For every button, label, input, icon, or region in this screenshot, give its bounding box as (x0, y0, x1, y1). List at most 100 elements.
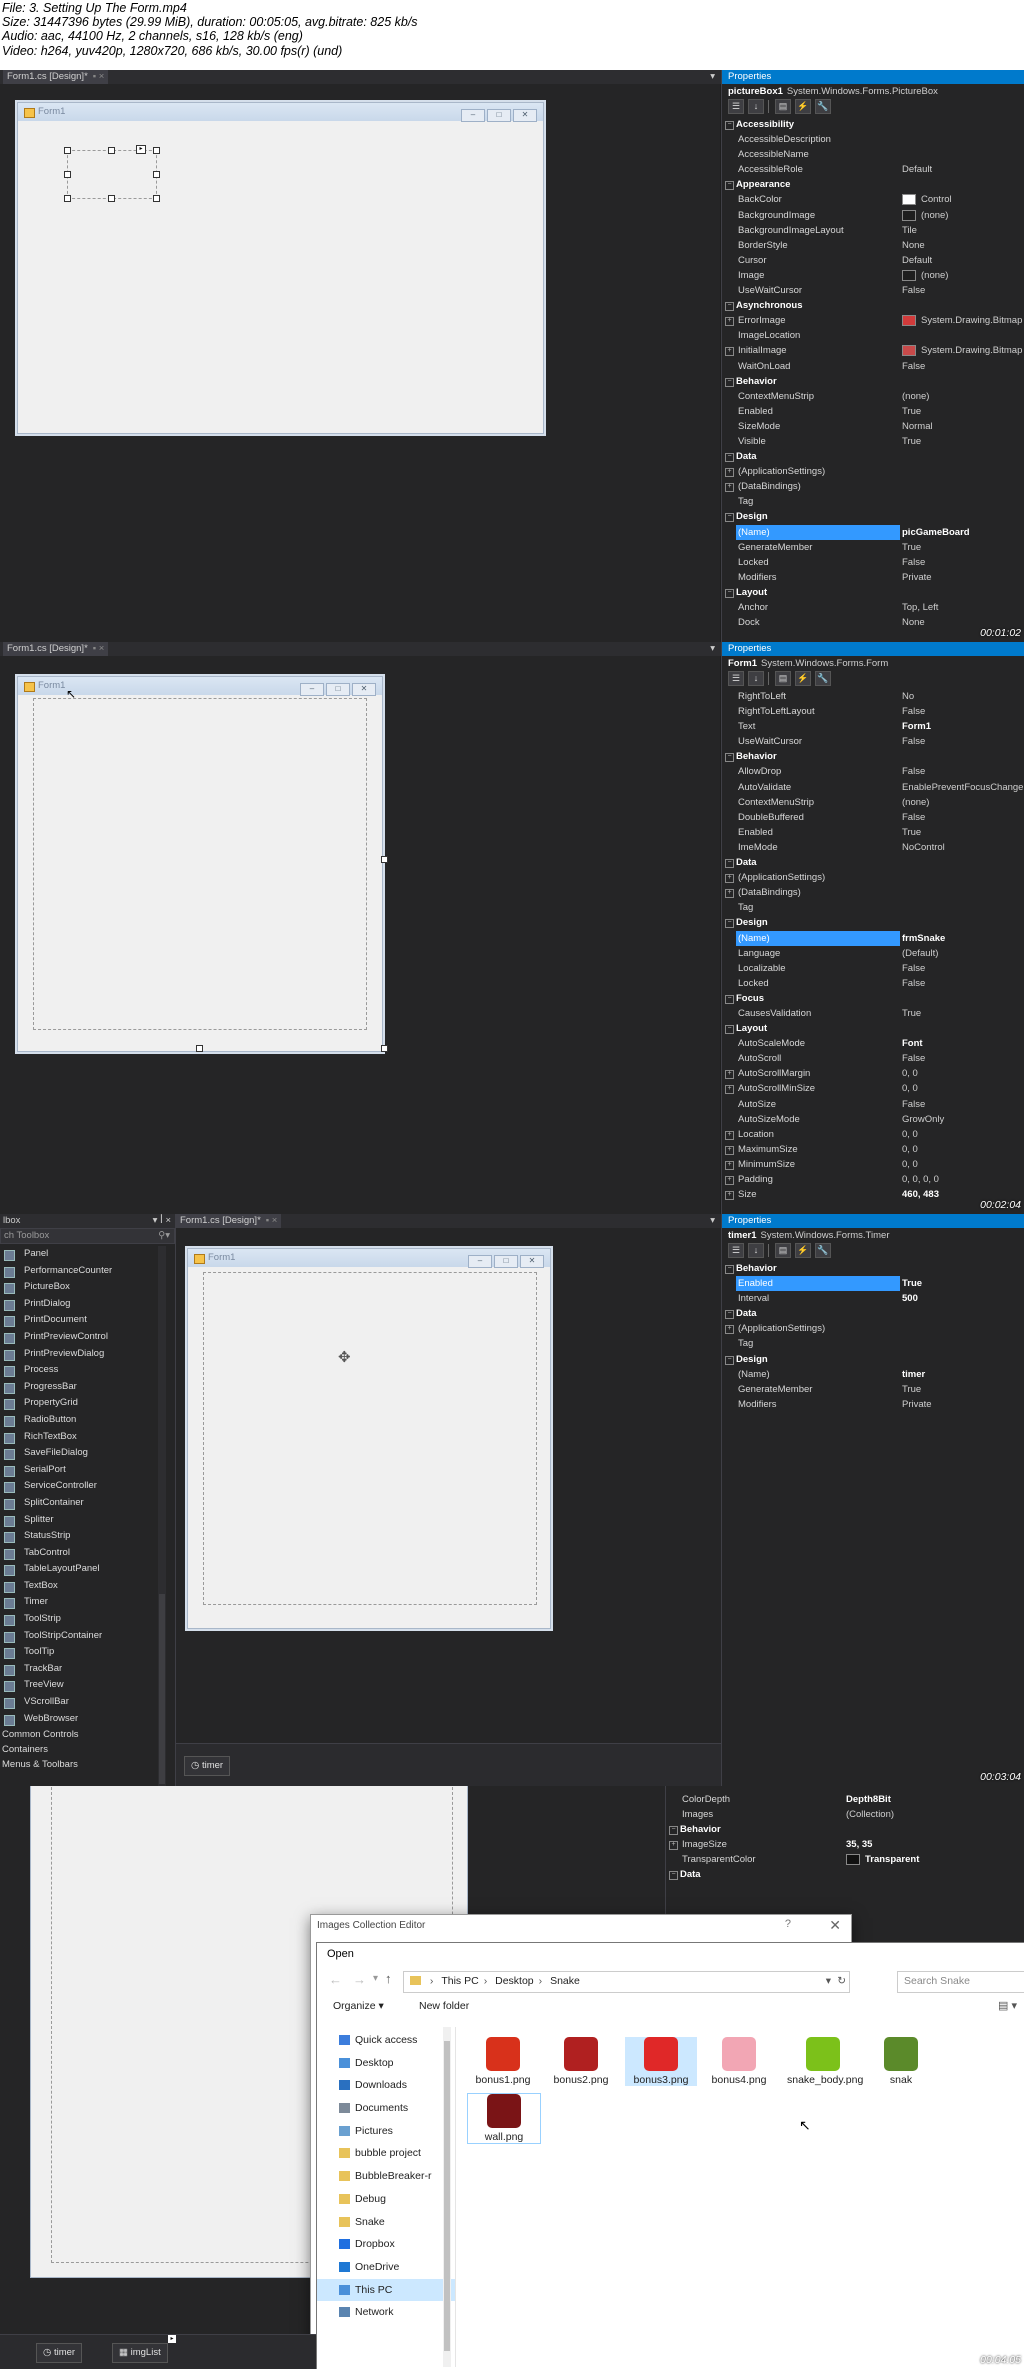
property-row[interactable]: + Location 0, 0 (722, 1127, 1024, 1142)
property-row[interactable]: Visible True (722, 434, 1024, 449)
file-item[interactable]: bonus4.png (703, 2037, 775, 2086)
property-category[interactable]: − Accessibility (722, 117, 1024, 132)
property-row[interactable]: ColorDepth Depth8Bit (666, 1792, 1024, 1807)
file-item[interactable]: bonus1.png (467, 2037, 539, 2086)
property-value[interactable]: 0, 0 (902, 1081, 918, 1096)
property-value[interactable]: GrowOnly (902, 1112, 944, 1127)
property-category[interactable]: − Layout (722, 1021, 1024, 1036)
property-row[interactable]: GenerateMember True (722, 540, 1024, 555)
resize-handle[interactable] (64, 147, 71, 154)
file-item[interactable]: snak (865, 2037, 937, 2086)
property-row[interactable]: + ImageSize 35, 35 (666, 1837, 1024, 1852)
property-row[interactable]: ImeMode NoControl (722, 840, 1024, 855)
property-value[interactable]: False (902, 764, 925, 779)
file-item[interactable]: bonus3.png (625, 2037, 697, 2086)
toolbox-item[interactable]: WebBrowser (0, 1711, 158, 1728)
property-value[interactable]: False (902, 283, 925, 298)
categorized-icon[interactable]: ☰ (728, 1243, 744, 1258)
property-value[interactable]: Transparent (846, 1852, 919, 1867)
nav-item[interactable]: BubbleBreaker-r (317, 2165, 455, 2188)
property-row[interactable]: Locked False (722, 555, 1024, 570)
toolbox-item[interactable]: TabControl (0, 1545, 158, 1562)
property-row[interactable]: Enabled True (722, 404, 1024, 419)
property-category[interactable]: − Data (722, 855, 1024, 870)
form-client-area[interactable]: ▸ (22, 122, 539, 429)
property-row[interactable]: Anchor Top, Left (722, 600, 1024, 615)
property-row[interactable]: AccessibleRole Default (722, 162, 1024, 177)
nav-item[interactable]: Pictures (317, 2120, 455, 2143)
collapse-icon[interactable]: − (725, 121, 734, 130)
resize-handle[interactable] (381, 856, 388, 863)
nav-item[interactable]: Dropbox (317, 2233, 455, 2256)
property-row[interactable]: Tag (722, 900, 1024, 915)
object-selector[interactable]: pictureBox1 System.Windows.Forms.PictureB… (722, 84, 1024, 99)
property-value[interactable]: False (902, 704, 925, 719)
new-folder-button[interactable]: New folder (419, 2000, 469, 2012)
toolbox-item[interactable]: TableLayoutPanel (0, 1561, 158, 1578)
property-value[interactable]: None (902, 238, 925, 253)
property-value[interactable]: picGameBoard (902, 525, 970, 540)
property-row[interactable]: + (ApplicationSettings) (722, 464, 1024, 479)
property-value[interactable]: 0, 0 (902, 1127, 918, 1142)
property-value[interactable]: Tile (902, 223, 917, 238)
property-row[interactable]: AccessibleName (722, 147, 1024, 162)
property-row[interactable]: + AutoScrollMinSize 0, 0 (722, 1081, 1024, 1096)
tab-form1-design[interactable]: Form1.cs [Design]* ▪ × (3, 70, 109, 84)
property-value[interactable]: False (902, 1097, 925, 1112)
property-row[interactable]: RightToLeft No (722, 689, 1024, 704)
collapse-icon[interactable]: − (725, 753, 734, 763)
property-row[interactable]: + (DataBindings) (722, 479, 1024, 494)
tab-dropdown-icon[interactable]: ▾ (710, 1214, 715, 1228)
property-value[interactable]: 0, 0 (902, 1142, 918, 1157)
property-row[interactable]: UseWaitCursor False (722, 734, 1024, 749)
properties-icon[interactable]: ▤ (775, 99, 791, 114)
toolbox-group[interactable]: Menus & Toolbars (0, 1757, 158, 1772)
nav-item[interactable]: Network (317, 2301, 455, 2324)
categorized-icon[interactable]: ☰ (728, 671, 744, 686)
toolbox-item[interactable]: RichTextBox (0, 1429, 158, 1446)
toolbox-item[interactable]: PropertyGrid (0, 1395, 158, 1412)
events-icon[interactable]: ⚡ (795, 99, 811, 114)
property-row[interactable]: AutoSizeMode GrowOnly (722, 1112, 1024, 1127)
alphabetical-icon[interactable]: ↓ (748, 1243, 764, 1258)
property-row[interactable]: DoubleBuffered False (722, 810, 1024, 825)
property-row[interactable]: AllowDrop False (722, 764, 1024, 779)
property-row[interactable]: Modifiers Private (722, 570, 1024, 585)
resize-handle[interactable] (108, 147, 115, 154)
breadcrumb-1[interactable]: Desktop (495, 1975, 534, 1987)
property-category[interactable]: − Design (722, 915, 1024, 930)
toolbox-item[interactable]: SerialPort (0, 1462, 158, 1479)
toolbox-item[interactable]: RadioButton (0, 1412, 158, 1429)
property-row[interactable]: Enabled True (722, 1276, 1024, 1292)
property-value[interactable]: Form1 (902, 719, 931, 734)
toolbox-search[interactable]: ch Toolbox ⚲▾ (0, 1228, 175, 1244)
property-value[interactable]: True (902, 1006, 921, 1021)
picturebox-selection[interactable] (67, 150, 157, 199)
property-row[interactable]: ContextMenuStrip (none) (722, 389, 1024, 404)
property-value[interactable]: No (902, 689, 914, 704)
property-row[interactable]: Tag (722, 1336, 1024, 1351)
tab-form1-design[interactable]: Form1.cs [Design]* ▪ × (176, 1214, 282, 1228)
property-row[interactable]: + (ApplicationSettings) (722, 1321, 1024, 1336)
property-value[interactable]: None (902, 615, 925, 630)
collapse-icon[interactable]: − (725, 513, 734, 523)
tab-form1-design[interactable]: Form1.cs [Design]* ▪ × (3, 642, 109, 656)
property-value[interactable]: 0, 0 (902, 1157, 918, 1172)
expand-icon[interactable]: + (725, 1176, 734, 1185)
property-row[interactable]: + ErrorImage System.Drawing.Bitmap (722, 313, 1024, 328)
toolbox-scroll-thumb[interactable] (159, 1594, 165, 1784)
property-row[interactable]: SizeMode Normal (722, 419, 1024, 434)
collapse-icon[interactable]: − (725, 1355, 734, 1365)
property-row[interactable]: Interval 500 (722, 1291, 1024, 1306)
search-box[interactable]: Search Snake (897, 1971, 1024, 1993)
property-value[interactable]: System.Drawing.Bitmap (902, 343, 1022, 358)
property-category[interactable]: − Design (722, 509, 1024, 524)
tray-timer[interactable]: ◷ timer (184, 1756, 231, 1776)
tab-dropdown-icon[interactable]: ▾ (710, 70, 715, 84)
toolbox-item[interactable]: Splitter (0, 1512, 158, 1529)
alphabetical-icon[interactable]: ↓ (748, 671, 764, 686)
property-value[interactable]: False (902, 734, 925, 749)
property-value[interactable]: System.Drawing.Bitmap (902, 313, 1022, 328)
file-item[interactable]: bonus2.png (545, 2037, 617, 2086)
property-row[interactable]: (Name) timer (722, 1367, 1024, 1382)
